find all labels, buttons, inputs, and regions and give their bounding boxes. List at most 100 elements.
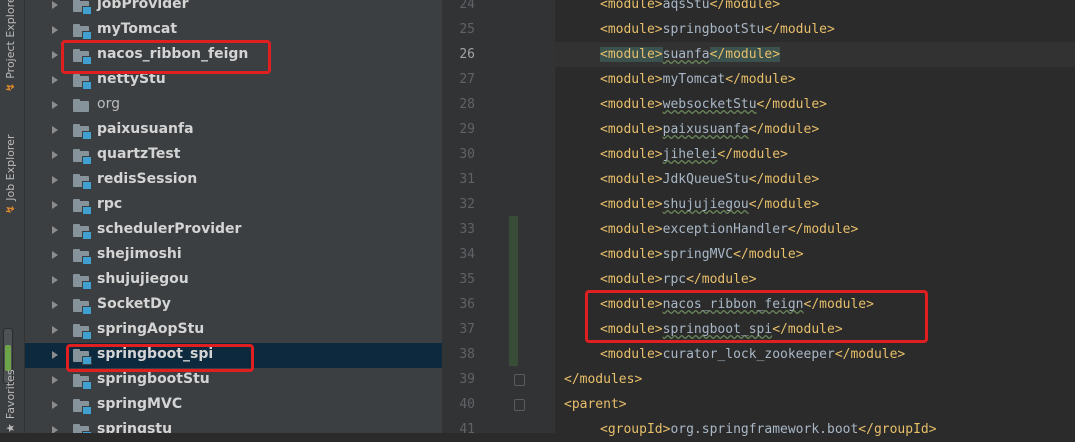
line-number: 27 [459,72,475,87]
code-line[interactable]: <groupId>org.springframework.boot</group… [600,417,937,442]
xml-tag: </modules> [564,372,643,387]
group-id-value: org.springframework.boot [670,422,859,437]
xml-tag: </groupId> [858,422,937,437]
code-line[interactable]: <module>paixusuanfa</module> [600,117,819,142]
code-line[interactable]: <module>jihelei</module> [600,142,788,167]
line-number: 28 [459,97,475,112]
code-line[interactable]: <module>springMVC</module> [600,242,804,267]
xml-tag: </module> [748,197,820,212]
expand-arrow-icon[interactable] [52,1,58,9]
code-line[interactable]: <module>exceptionHandler</module> [600,217,858,242]
xml-tag: </module> [709,0,781,12]
module-name: JdkQueueStu [662,172,749,187]
tree-item-label: myTomcat [97,21,178,37]
expand-arrow-icon[interactable] [52,51,58,59]
tree-row-schedulerprovider[interactable]: schedulerProvider [25,218,442,243]
tab-favorites[interactable]: ★ Favorites [4,369,17,433]
expand-arrow-icon[interactable] [52,426,58,433]
tree-row-org[interactable]: org [25,93,442,118]
module-name: myTomcat [662,72,726,87]
line-number: 33 [459,222,475,237]
xml-tag: </module> [686,272,757,287]
xml-tag: </module> [834,347,906,362]
tree-row-springstu[interactable]: springstu [25,418,442,433]
xml-tag: <module> [600,97,663,112]
tree-row-shejimoshi[interactable]: shejimoshi [25,243,442,268]
code-line[interactable]: <module>aqsStu</module> [600,0,780,17]
tree-item-label: jobProvider [97,0,189,12]
expand-arrow-icon[interactable] [52,376,58,384]
xml-tag: </module> [748,122,820,137]
code-line-current[interactable]: <module>suanfa</module> [600,42,781,67]
line-number: 36 [459,297,475,312]
tab-project-explorer[interactable]: ↯ Project Explorer [4,0,17,92]
module-folder-icon [73,0,92,15]
module-name: jihelei [662,147,718,162]
line-number: 38 [459,347,475,362]
module-folder-icon [73,324,92,340]
xml-tag: </module> [787,222,859,237]
module-folder-icon [73,374,92,390]
xml-tag: <module> [600,197,663,212]
code-line[interactable]: <module>springbootStu</module> [600,17,835,42]
xml-tag-matched: <module> [600,47,663,62]
code-line[interactable]: <module>myTomcat</module> [600,67,796,92]
line-number: 37 [459,322,475,337]
expand-arrow-icon[interactable] [52,26,58,34]
expand-arrow-icon[interactable] [52,301,58,309]
tree-row-paixusuanfa[interactable]: paixusuanfa [25,118,442,143]
expand-arrow-icon[interactable] [52,76,58,84]
xml-tag: <module> [600,72,663,87]
code-line[interactable]: <module>rpc</module> [600,267,757,292]
expand-arrow-icon[interactable] [52,201,58,209]
code-line[interactable]: <module>curator_lock_zookeeper</module> [600,342,905,367]
tree-row-springaopstu[interactable]: springAopStu [25,318,442,343]
annotation-box-editor-modules [585,290,928,343]
expand-arrow-icon[interactable] [52,151,58,159]
vcs-change-marker[interactable] [509,216,518,366]
code-line[interactable]: <parent> [564,392,627,417]
module-folder-icon [73,274,92,290]
tree-item-label: springstu [97,421,173,433]
fold-marker-icon[interactable] [514,374,525,386]
line-number: 39 [459,372,475,387]
module-name: springbootStu [662,22,765,37]
tree-row-socketdy[interactable]: SocketDy [25,293,442,318]
tree-item-label: org [97,96,120,112]
tree-row-springmvc[interactable]: springMVC [25,393,442,418]
expand-arrow-icon[interactable] [52,326,58,334]
xml-tag: <module> [600,247,663,262]
xml-tag: <module> [600,0,663,12]
star-icon: ★ [4,423,17,433]
expand-arrow-icon[interactable] [52,351,58,359]
tree-row-rpc[interactable]: rpc [25,193,442,218]
xml-tag: </module> [748,172,820,187]
expand-arrow-icon[interactable] [52,251,58,259]
tab-favorites-label: Favorites [4,369,17,420]
expand-arrow-icon[interactable] [52,401,58,409]
xml-tag: <module> [600,222,663,237]
code-line[interactable]: <module>JdkQueueStu</module> [600,167,819,192]
expand-arrow-icon[interactable] [52,226,58,234]
code-line[interactable]: <module>websocketStu</module> [600,92,827,117]
line-number: 32 [459,197,475,212]
expand-arrow-icon[interactable] [52,276,58,284]
tree-row-jobprovider[interactable]: jobProvider [25,0,442,18]
tree-row-shujujiegou[interactable]: shujujiegou [25,268,442,293]
tree-row-redissession[interactable]: redisSession [25,168,442,193]
code-line[interactable]: <module>shujujiegou</module> [600,192,819,217]
expand-arrow-icon[interactable] [52,101,58,109]
xml-tag-matched: </module> [709,47,781,62]
xml-tag: <groupId> [600,422,671,437]
tab-job-explorer[interactable]: ↯ Job Explorer [4,135,17,214]
module-folder-icon [73,74,92,90]
expand-arrow-icon[interactable] [52,176,58,184]
fold-marker-icon[interactable] [514,399,525,411]
tree-item-label: schedulerProvider [97,221,242,237]
xml-tag: </module> [725,72,796,87]
code-line[interactable]: </modules> [564,367,642,392]
tree-item-label: springbootStu [97,371,210,387]
xml-tag: <module> [600,172,663,187]
tree-row-quartztest[interactable]: quartzTest [25,143,442,168]
expand-arrow-icon[interactable] [52,126,58,134]
